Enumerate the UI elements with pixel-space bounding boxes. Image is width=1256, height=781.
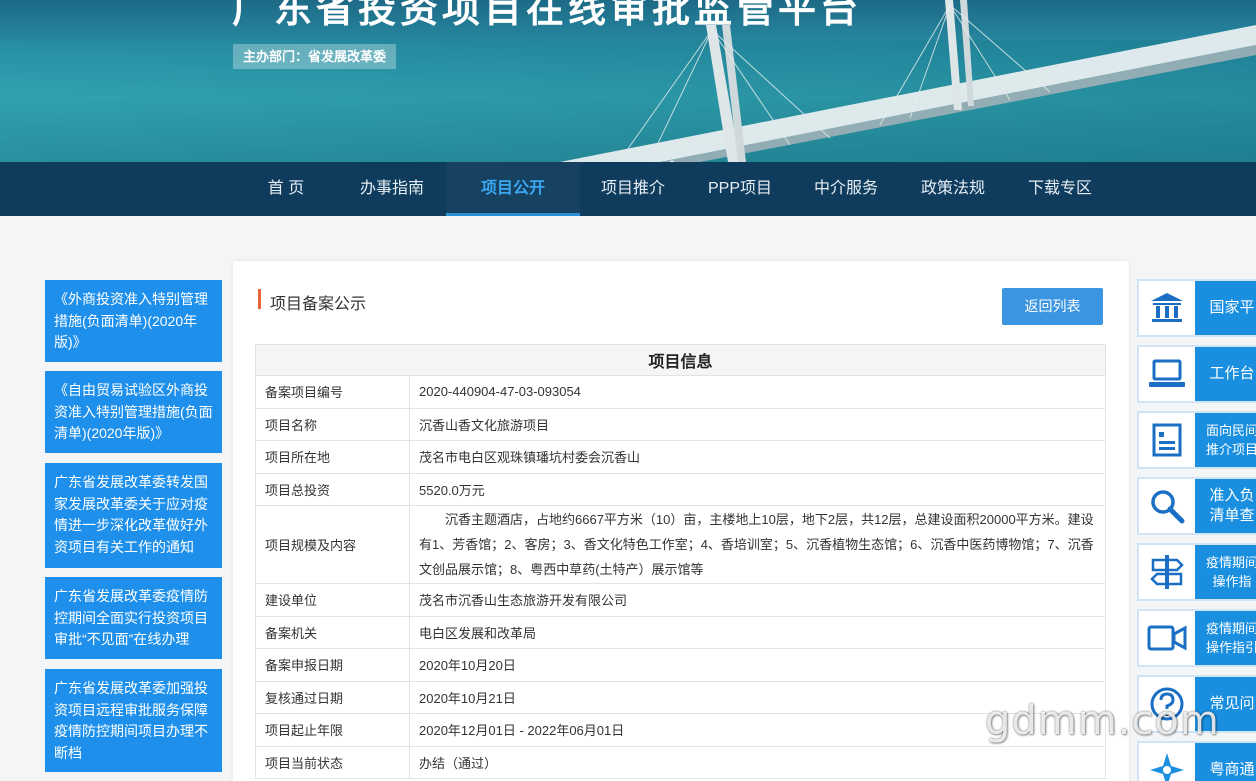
row-label: 建设单位 [255, 583, 410, 617]
row-label: 项目起止年限 [255, 713, 410, 747]
section-title-marker [258, 289, 261, 309]
back-to-list-button[interactable]: 返回列表 [1002, 288, 1103, 325]
tile-label: 准入负 清单查 [1209, 487, 1255, 524]
tile-negative-list-query[interactable]: 准入负 清单查 [1137, 477, 1256, 535]
nav-policies[interactable]: 政策法规 [912, 162, 994, 216]
row-label: 复核通过日期 [255, 680, 410, 714]
building-icon [1139, 281, 1195, 335]
table-row: 项目名称 沉香山香文化旅游项目 [255, 407, 1106, 441]
row-label: 项目总投资 [255, 472, 410, 506]
site-title: 广东省投资项目在线审批监管平台 [232, 0, 863, 31]
search-icon [1139, 479, 1195, 533]
table-row: 项目规模及内容 沉香主题酒店，占地约6667平方米（10）亩，主楼地上10层，地… [255, 505, 1106, 584]
row-value: 茂名市电白区观珠镇璠坑村委会沉香山 [409, 440, 1106, 474]
section-title: 项目备案公示 [270, 296, 367, 313]
row-value: 沉香山香文化旅游项目 [409, 407, 1106, 441]
row-value: 2020-440904-47-03-093054 [409, 375, 1106, 409]
row-label: 备案申报日期 [255, 648, 410, 682]
row-value: 办结（通过） [409, 745, 1106, 779]
sidebar-link-epidemic-foreign-notice[interactable]: 广东省发展改革委转发国家发展改革委关于应对疫情进一步深化改革做好外资项目有关工作… [45, 463, 222, 568]
tile-workbench[interactable]: 工作台 [1137, 345, 1256, 403]
sidebar-link-ftz-negative-list[interactable]: 《自由贸易试验区外商投资准入特别管理措施(负面清单)(2020年版)》 [45, 371, 222, 453]
nav-ppp-projects[interactable]: PPP项目 [700, 162, 780, 216]
row-label: 备案机关 [255, 615, 410, 649]
row-label: 项目所在地 [255, 440, 410, 474]
sidebar-link-remote-approval[interactable]: 广东省发展改革委加强投资项目远程审批服务保障疫情防控期间项目办理不断档 [45, 669, 222, 772]
tile-private-investment-projects[interactable]: 面向民间 推介项目 [1137, 411, 1256, 469]
row-value: 5520.0万元 [409, 472, 1106, 506]
main-nav: 首 页 办事指南 项目公开 项目推介 PPP项目 中介服务 政策法规 下载专区 [0, 162, 1256, 216]
tile-yueshangtong[interactable]: 粤商通 [1137, 741, 1256, 781]
table-row: 备案项目编号 2020-440904-47-03-093054 [255, 375, 1106, 409]
tile-national-platform[interactable]: 国家平 [1137, 279, 1256, 337]
row-value: 沉香主题酒店，占地约6667平方米（10）亩，主楼地上10层，地下2层，共12层… [409, 505, 1106, 584]
tile-label: 疫情期间 操作指 [1205, 555, 1256, 589]
app-logo-icon [1139, 743, 1195, 781]
row-value: 2020年10月20日 [409, 648, 1106, 682]
header-banner: 广东省投资项目在线审批监管平台 主办部门：省发展改革委 [0, 0, 1256, 162]
row-value: 茂名市沉香山生态旅游开发有限公司 [409, 583, 1106, 617]
table-row: 项目总投资 5520.0万元 [255, 472, 1106, 506]
tile-label: 粤商通 [1209, 761, 1255, 778]
table-row: 复核通过日期 2020年10月21日 [255, 680, 1106, 714]
nav-home[interactable]: 首 页 [252, 162, 320, 216]
document-list-icon [1139, 413, 1195, 467]
table-row: 项目所在地 茂名市电白区观珠镇璠坑村委会沉香山 [255, 440, 1106, 474]
sidebar-link-online-approval[interactable]: 广东省发展改革委疫情防控期间全面实行投资项目审批“不见面”在线办理 [45, 577, 222, 659]
row-label: 项目规模及内容 [255, 505, 410, 584]
table-row: 建设单位 茂名市沉香山生态旅游开发有限公司 [255, 583, 1106, 617]
row-label: 项目名称 [255, 407, 410, 441]
table-row: 项目当前状态 办结（通过） [255, 745, 1106, 779]
nav-downloads[interactable]: 下载专区 [1020, 162, 1100, 216]
nav-project-public[interactable]: 项目公开 [446, 162, 580, 216]
sidebar-link-foreign-negative-list[interactable]: 《外商投资准入特别管理措施(负面清单)(2020年版)》 [45, 280, 222, 362]
table-row: 备案机关 电白区发展和改革局 [255, 615, 1106, 649]
table-title: 项目信息 [255, 344, 1106, 376]
signpost-icon [1139, 545, 1195, 599]
table-row: 备案申报日期 2020年10月20日 [255, 648, 1106, 682]
nav-project-promotion[interactable]: 项目推介 [594, 162, 672, 216]
tile-label: 工作台 [1209, 365, 1255, 382]
tile-label: 疫情期间 操作指引 [1205, 621, 1256, 655]
host-department-badge: 主办部门：省发展改革委 [233, 44, 397, 69]
tile-label: 面向民间 推介项目 [1205, 423, 1256, 457]
nav-guide[interactable]: 办事指南 [352, 162, 432, 216]
project-info-table: 项目信息 备案项目编号 2020-440904-47-03-093054 项目名… [255, 344, 1106, 779]
row-label: 项目当前状态 [255, 745, 410, 779]
tile-epidemic-guide[interactable]: 疫情期间 操作指 [1137, 543, 1256, 601]
table-row: 项目起止年限 2020年12月01日 - 2022年06月01日 [255, 713, 1106, 747]
tile-label: 国家平 [1209, 299, 1255, 316]
laptop-icon [1139, 347, 1195, 401]
video-icon [1139, 611, 1195, 665]
watermark: gdmm.com [985, 698, 1220, 744]
nav-agency-services[interactable]: 中介服务 [806, 162, 886, 216]
row-value: 电白区发展和改革局 [409, 615, 1106, 649]
tile-epidemic-video-guide[interactable]: 疫情期间 操作指引 [1137, 609, 1256, 667]
row-label: 备案项目编号 [255, 375, 410, 409]
